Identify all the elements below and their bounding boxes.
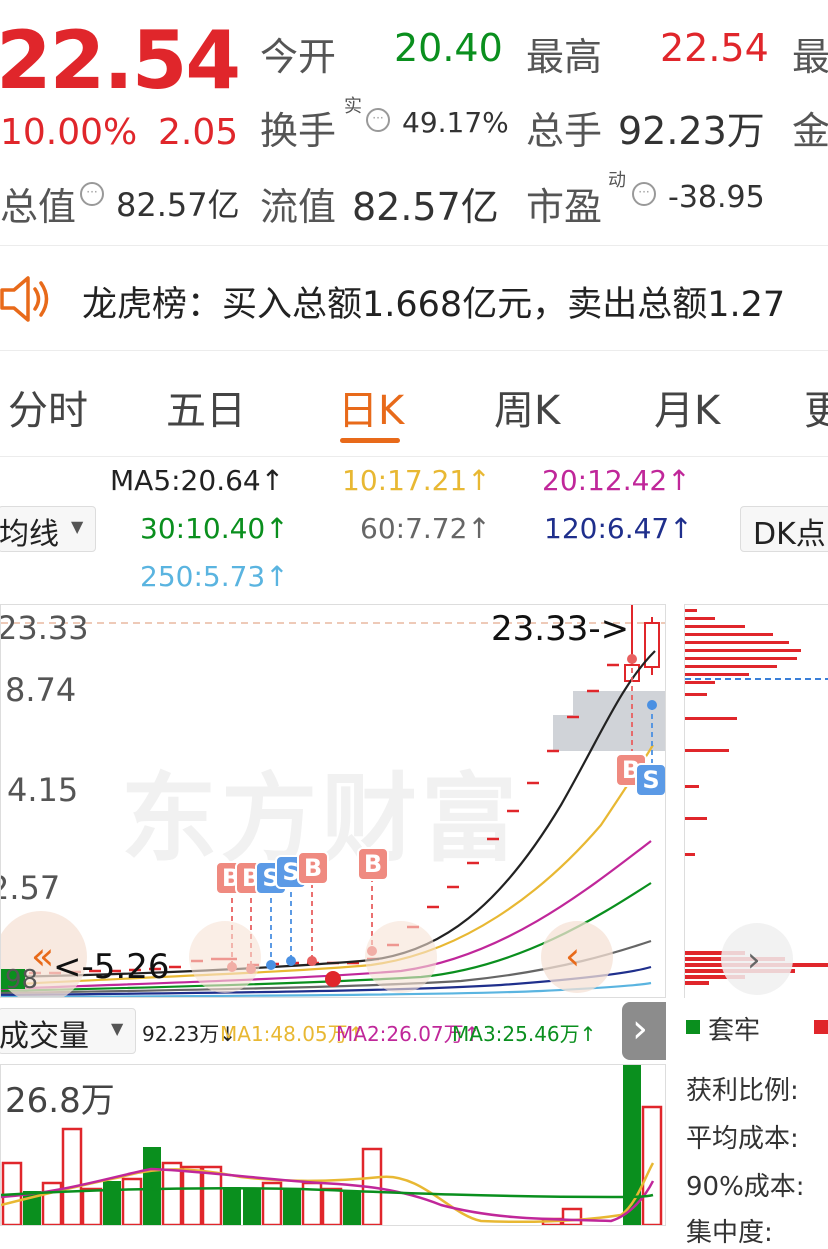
tab-more[interactable]: 更 (804, 378, 828, 436)
ma30-value: 30:10.40↑ (140, 512, 289, 545)
avg-cost-label: 平均成本: (686, 1124, 799, 1154)
cost-90-label: 90%成本: (686, 1172, 805, 1202)
high-label: 最高 (526, 35, 603, 79)
notice-text: 龙虎榜：买入总额1.668亿元，卖出总额1.27 (82, 285, 786, 325)
open-label: 今开 (260, 35, 337, 79)
change-amount: 2.05 (158, 112, 239, 153)
volume-chart[interactable]: 26.8万 (0, 1064, 666, 1226)
high-value: 22.54 (660, 26, 769, 70)
float-value: 82.57亿 (352, 185, 499, 229)
kline-chart[interactable]: 东方财富 « ‹ 23.33 8.74 4.15 .57 98 23.33-> … (0, 604, 666, 998)
amount-label: 金 (792, 109, 828, 153)
y-label-high: 23.33 (0, 609, 89, 647)
turnover-value: 49.17% (402, 106, 509, 139)
ellipsis-icon: ··· (632, 182, 656, 206)
tab-intraday[interactable]: 分时 (8, 378, 88, 436)
concentration-label: 集中度: (686, 1218, 773, 1248)
chevron-right-icon: › (632, 1006, 648, 1052)
chip-distribution[interactable]: › (684, 604, 828, 998)
trapped-legend-swatch (686, 1020, 700, 1034)
pe-value: -38.95 (668, 180, 765, 215)
pe-label: 市盈 (526, 185, 603, 229)
turnover-label: 换手 (260, 109, 337, 153)
turnover-info-icon[interactable]: ··· (366, 108, 390, 132)
y-label-3: 4.15 (7, 771, 79, 809)
float-label: 流值 (260, 185, 337, 229)
change-percent: 10.00% (0, 112, 138, 153)
chevron-down-icon: ▼ (71, 517, 84, 536)
svg-text:‹: ‹ (565, 934, 580, 978)
low-label: 最 (792, 35, 828, 79)
speaker-icon (0, 276, 49, 322)
low-annotation: <-5.26 (53, 947, 170, 987)
tab-five-day[interactable]: 五日 (166, 378, 246, 436)
price: 22.54 (0, 14, 241, 107)
dk-point-button[interactable]: DK点 (740, 506, 828, 552)
tab-weekly-k[interactable]: 周K (494, 378, 560, 436)
y-label-2: 8.74 (5, 671, 77, 709)
trapped-legend-label: 套牢 (708, 1016, 761, 1046)
y-label-low: 98 (5, 965, 39, 995)
volume-selector-label: 成交量 (0, 1019, 89, 1054)
divider (0, 245, 828, 246)
ma250-value: 250:5.73↑ (140, 560, 289, 593)
ma120-value: 120:6.47↑ (544, 512, 693, 545)
sell-signal[interactable]: S (635, 763, 665, 797)
active-tab-indicator (340, 438, 400, 443)
tab-monthly-k[interactable]: 月K (654, 378, 720, 436)
ma-selector-label: 均线 (0, 517, 59, 552)
turnover-sup: 实 (344, 96, 362, 117)
tab-daily-k[interactable]: 日K (338, 378, 404, 436)
ma5-value: MA5:20.64↑ (110, 464, 285, 497)
ma-selector[interactable]: 均线 ▼ (0, 506, 96, 552)
buy-signal[interactable]: B (297, 851, 329, 885)
chevron-down-icon: ▼ (111, 1019, 124, 1038)
volume-label: 总手 (526, 109, 603, 153)
volume-selector[interactable]: 成交量 ▼ (0, 1008, 136, 1054)
profit-legend-swatch (814, 1020, 828, 1034)
ellipsis-icon: ··· (366, 108, 390, 132)
notice-bar[interactable]: 龙虎榜：买入总额1.668亿元，卖出总额1.27 (0, 258, 828, 338)
mktcap-label: 总值 (0, 185, 77, 229)
divider (0, 456, 828, 457)
mktcap-value: 82.57亿 (116, 186, 240, 224)
chip-svg: › (685, 609, 828, 995)
profit-ratio-label: 获利比例: (686, 1076, 799, 1106)
volume-ma3: MA3:25.46万↑ (452, 1022, 597, 1046)
ma60-value: 60:7.72↑ (360, 512, 491, 545)
divider (0, 350, 828, 351)
ma10-value: 10:17.21↑ (342, 464, 491, 497)
svg-text:›: › (747, 940, 761, 980)
volume-max-label: 26.8万 (5, 1081, 115, 1121)
ma20-value: 20:12.42↑ (542, 464, 691, 497)
open-value: 20.40 (394, 26, 503, 70)
expand-button[interactable]: › (622, 1002, 666, 1060)
high-annotation: 23.33-> (491, 609, 630, 649)
dk-point-label: DK点 (753, 517, 826, 552)
kline-svg: « ‹ (1, 605, 665, 997)
y-label-4: 2.57 (1, 869, 61, 907)
pe-sup: 动 (608, 170, 626, 191)
volume-value: 92.23万 (618, 109, 765, 153)
ellipsis-icon: ··· (80, 182, 104, 206)
pe-info-icon[interactable]: ··· (632, 182, 656, 206)
mktcap-info-icon[interactable]: ··· (80, 182, 104, 206)
buy-signal[interactable]: B (357, 847, 389, 881)
